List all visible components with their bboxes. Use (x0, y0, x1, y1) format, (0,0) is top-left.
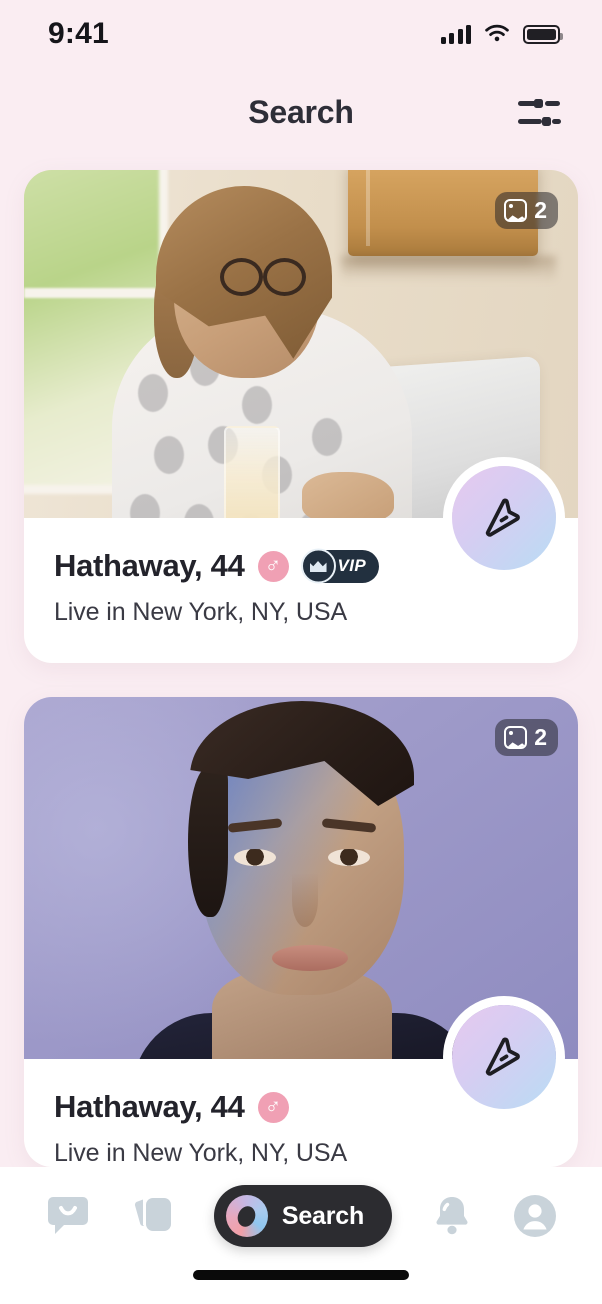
send-message-button[interactable] (452, 1005, 556, 1109)
home-indicator (193, 1270, 409, 1280)
photo-count-badge: 2 (495, 719, 558, 756)
search-tab-label: Search (281, 1201, 365, 1230)
profile-card[interactable]: 2 Hathaway, 44 ♂ VIP Live in New York, N… (24, 170, 578, 663)
nav-profile-button[interactable] (512, 1193, 558, 1239)
status-indicators (440, 24, 563, 44)
profile-avatar-icon (513, 1195, 556, 1237)
page-header: Search (0, 68, 602, 156)
app-logo-icon (225, 1195, 268, 1237)
crown-icon (300, 548, 336, 584)
vip-label: VIP (337, 556, 367, 575)
battery-full-icon (523, 24, 563, 44)
image-stack-icon (504, 726, 528, 749)
profile-location: Live in New York, NY, USA (54, 1139, 348, 1167)
send-message-button[interactable] (452, 466, 556, 570)
search-tab[interactable]: Search (213, 1185, 393, 1247)
vip-badge: VIP (300, 548, 380, 584)
profile-name-age: Hathaway, 44 (54, 548, 245, 583)
nav-chat-button[interactable] (44, 1193, 92, 1239)
male-gender-badge: ♂ (257, 550, 289, 582)
image-stack-icon (504, 199, 528, 222)
profile-location: Live in New York, NY, USA (54, 598, 348, 626)
app-screen: 9:41 Search 2 Hathaway, 44 ♂ VIP Live in… (0, 0, 602, 1304)
profile-card[interactable]: 2 Hathaway, 44 ♂ Live in New York, NY, U… (24, 697, 578, 1167)
chat-icon (48, 1197, 89, 1234)
notifications-bell-icon (436, 1197, 468, 1235)
male-gender-badge: ♂ (257, 1091, 289, 1123)
status-bar: 9:41 (0, 0, 602, 68)
filter-sliders-icon[interactable] (518, 92, 564, 132)
photo-count-badge: 2 (495, 192, 558, 229)
cards-stack-icon (135, 1198, 172, 1231)
bottom-navigation-bar: Search (0, 1167, 602, 1304)
nav-notifications-button[interactable] (429, 1193, 475, 1239)
cellular-signal-icon (440, 24, 471, 44)
status-time: 9:41 (48, 17, 109, 50)
wifi-icon (485, 24, 509, 42)
nav-cards-button[interactable] (129, 1193, 177, 1239)
photo-count-value: 2 (534, 197, 547, 223)
paper-plane-icon (485, 498, 520, 537)
page-title: Search (248, 93, 354, 130)
profile-name-age: Hathaway, 44 (54, 1089, 245, 1124)
paper-plane-icon (485, 1037, 520, 1076)
photo-count-value: 2 (534, 724, 547, 750)
